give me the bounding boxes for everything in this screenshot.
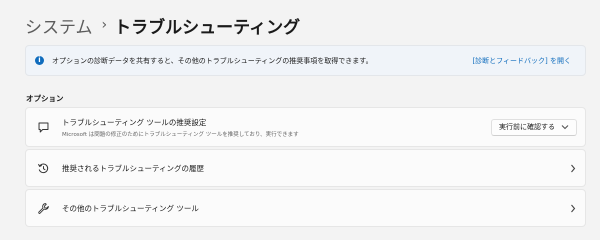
- breadcrumb: システム › トラブルシューティング: [25, 12, 300, 38]
- chevron-right-icon: [570, 204, 576, 213]
- history-icon: [36, 161, 50, 175]
- row-subtitle: Microsoft は問題の修正のためにトラブルシューティング ツールを推奨して…: [62, 131, 299, 138]
- info-icon: i: [35, 56, 44, 65]
- chevron-down-icon: [561, 124, 569, 130]
- page-title: トラブルシューティング: [114, 17, 301, 38]
- recommended-troubleshooter-settings-row: トラブルシューティング ツールの推奨設定 Microsoft は問題の修正のため…: [25, 107, 586, 147]
- diagnostic-info-bar: i オプションの診断データを共有すると、その他のトラブルシューティングの推奨事項…: [25, 45, 586, 76]
- run-behavior-dropdown[interactable]: 実行前に確認する: [491, 118, 577, 136]
- row-title: その他のトラブルシューティング ツール: [62, 203, 199, 213]
- other-troubleshooters-row[interactable]: その他のトラブルシューティング ツール: [25, 189, 586, 227]
- dropdown-value: 実行前に確認する: [499, 123, 555, 131]
- row-title: トラブルシューティング ツールの推奨設定: [62, 117, 207, 127]
- chat-message-icon: [36, 120, 50, 134]
- row-title: 推奨されるトラブルシューティングの履歴: [62, 163, 205, 173]
- breadcrumb-parent-system[interactable]: システム: [25, 13, 93, 38]
- section-heading-options: オプション: [26, 94, 64, 103]
- wrench-icon: [36, 201, 50, 215]
- chevron-right-icon: [570, 164, 576, 173]
- recommended-troubleshooting-history-row[interactable]: 推奨されるトラブルシューティングの履歴: [25, 149, 586, 187]
- open-diagnostics-feedback-link[interactable]: [診断とフィードバック] を開く: [472, 56, 571, 66]
- breadcrumb-separator: ›: [101, 17, 108, 33]
- info-bar-text: オプションの診断データを共有すると、その他のトラブルシューティングの推奨事項を取…: [52, 56, 373, 65]
